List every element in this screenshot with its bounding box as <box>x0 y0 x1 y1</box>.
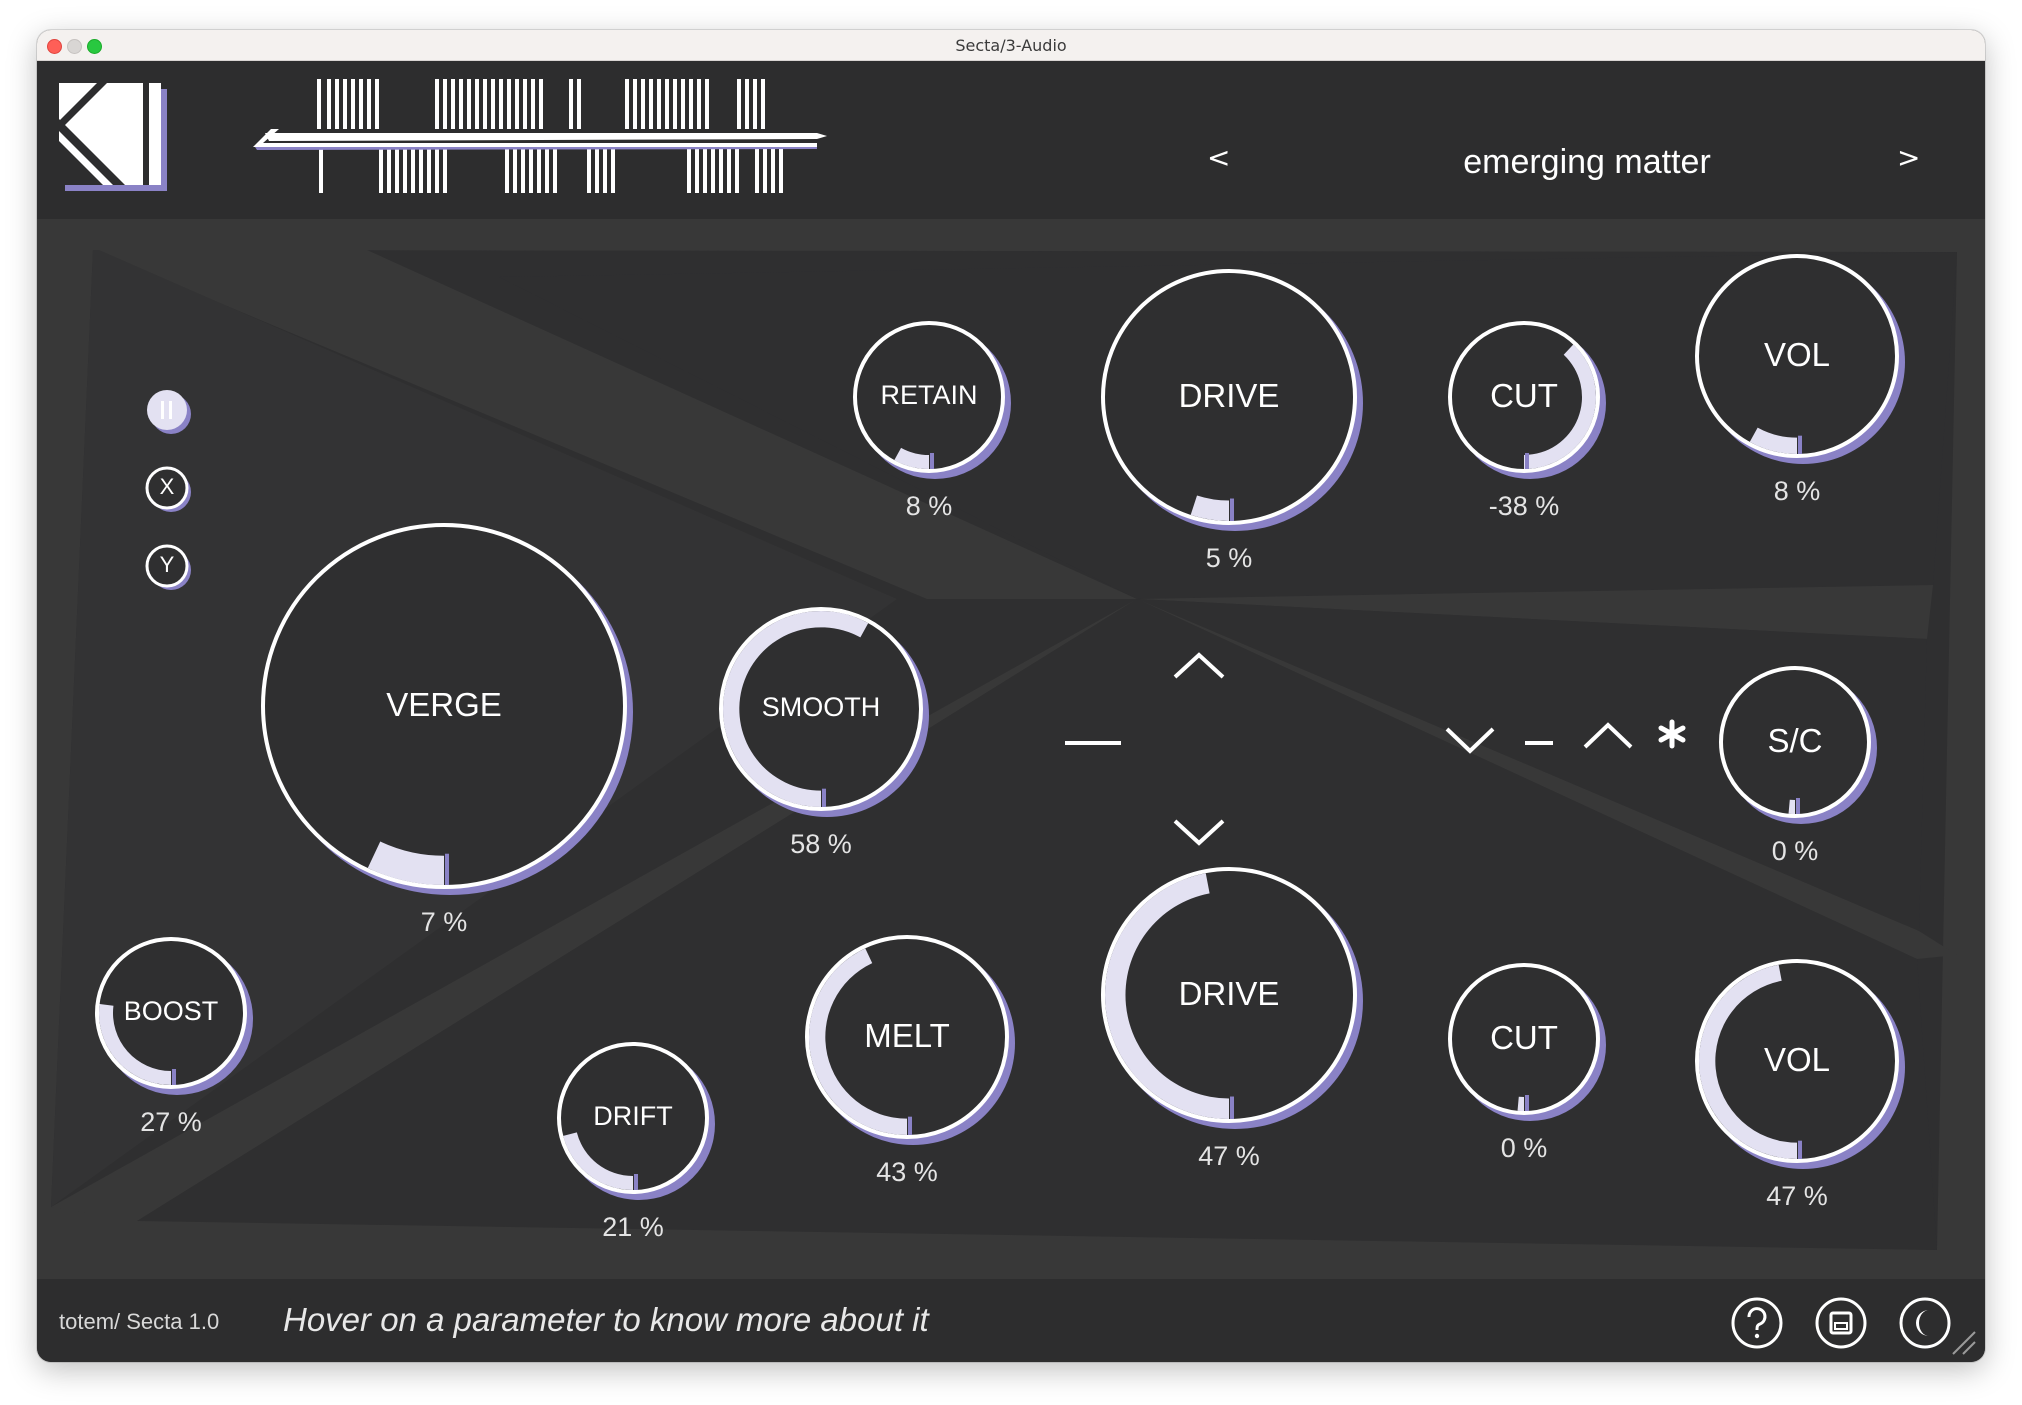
vol-top-knob[interactable]: VOL 8 % <box>1691 250 1909 506</box>
sc-value: 0 % <box>1771 836 1819 866</box>
retain-value: 8 % <box>905 491 953 521</box>
boost-label: BOOST <box>123 996 219 1027</box>
version-label: totem/ Secta 1.0 <box>59 1309 220 1334</box>
drive-bottom-knob[interactable]: DRIVE 47 % <box>1097 863 1367 1171</box>
melt-knob[interactable]: MELT 43 % <box>801 931 1019 1187</box>
x-axis-label: X <box>159 474 175 499</box>
vol-top-value: 8 % <box>1773 476 1821 506</box>
cut-bottom-knob[interactable]: CUT 0 % <box>1444 959 1610 1163</box>
cut-top-label: CUT <box>1490 376 1558 414</box>
cut-top-knob[interactable]: CUT -38 % <box>1444 317 1610 521</box>
cut-top-value: -38 % <box>1488 491 1560 521</box>
boost-knob[interactable]: BOOST 27 % <box>91 933 257 1137</box>
next-preset-button[interactable]: > <box>1897 141 1920 174</box>
verge-knob[interactable]: VERGE 7 % <box>257 519 637 937</box>
resize-grip-icon[interactable] <box>1949 1328 1979 1358</box>
chevron-up-icon[interactable] <box>1171 651 1227 685</box>
melt-label: MELT <box>864 1016 950 1054</box>
footer-bar: totem/ Secta 1.0 Hover on a parameter to… <box>37 1279 1985 1362</box>
drift-label: DRIFT <box>593 1101 673 1132</box>
title-bar: Secta/3-Audio <box>37 30 1985 61</box>
smooth-value: 58 % <box>790 829 852 859</box>
cut-bottom-value: 0 % <box>1500 1133 1548 1163</box>
vol-bottom-label: VOL <box>1763 1040 1831 1078</box>
chevron-down-icon[interactable] <box>1171 817 1227 851</box>
plugin-header: < emerging matter > <box>37 61 1985 219</box>
y-axis-button[interactable]: Y <box>145 544 191 590</box>
mode-chevron-down-icon[interactable] <box>1443 725 1497 759</box>
drive-top-label: DRIVE <box>1178 376 1280 414</box>
moon-icon[interactable] <box>1899 1297 1951 1349</box>
save-icon[interactable] <box>1815 1297 1867 1349</box>
dash-icon[interactable] <box>1065 734 1121 753</box>
plugin-window: Secta/3-Audio < emerging matter > X Y RE… <box>37 30 1985 1362</box>
vol-bottom-knob[interactable]: VOL 47 % <box>1691 955 1909 1211</box>
verge-value: 7 % <box>420 907 468 937</box>
drive-bottom-value: 47 % <box>1198 1141 1260 1171</box>
smooth-label: SMOOTH <box>761 692 881 723</box>
mode-chevron-up-icon[interactable] <box>1581 721 1635 755</box>
retain-knob[interactable]: RETAIN 8 % <box>849 317 1015 521</box>
drive-top-knob[interactable]: DRIVE 5 % <box>1097 265 1367 573</box>
x-axis-button[interactable]: X <box>145 466 191 512</box>
cut-bottom-label: CUT <box>1490 1018 1558 1056</box>
smooth-knob[interactable]: SMOOTH 58 % <box>715 603 933 859</box>
secta-wordmark <box>253 79 827 193</box>
y-axis-label: Y <box>159 552 175 577</box>
previous-preset-button[interactable]: < <box>1207 141 1230 174</box>
verge-label: VERGE <box>386 685 502 723</box>
drive-bottom-label: DRIVE <box>1178 974 1280 1012</box>
retain-label: RETAIN <box>880 380 978 411</box>
vol-bottom-value: 47 % <box>1766 1181 1828 1211</box>
window-title: Secta/3-Audio <box>955 36 1067 55</box>
sc-label: S/C <box>1767 721 1823 759</box>
hint-text: Hover on a parameter to know more about … <box>283 1301 929 1338</box>
preset-name[interactable]: emerging matter <box>1317 143 1857 182</box>
drift-value: 21 % <box>602 1212 664 1242</box>
sc-knob[interactable]: S/C 0 % <box>1715 662 1881 866</box>
melt-value: 43 % <box>876 1157 938 1187</box>
help-icon[interactable] <box>1731 1297 1783 1349</box>
vol-top-label: VOL <box>1763 335 1831 373</box>
control-panel: X Y RETAIN 8 % DRIVE 5 % CUT -38 % VOL 8 % V… <box>37 219 1985 1279</box>
asterisk-icon[interactable] <box>1657 719 1687 753</box>
mode-dash-icon[interactable] <box>1525 734 1553 753</box>
freeze-button[interactable] <box>147 390 191 434</box>
totem-logo <box>59 83 167 191</box>
drive-top-value: 5 % <box>1205 543 1253 573</box>
drift-knob[interactable]: DRIFT 21 % <box>553 1038 719 1242</box>
boost-value: 27 % <box>140 1107 202 1137</box>
